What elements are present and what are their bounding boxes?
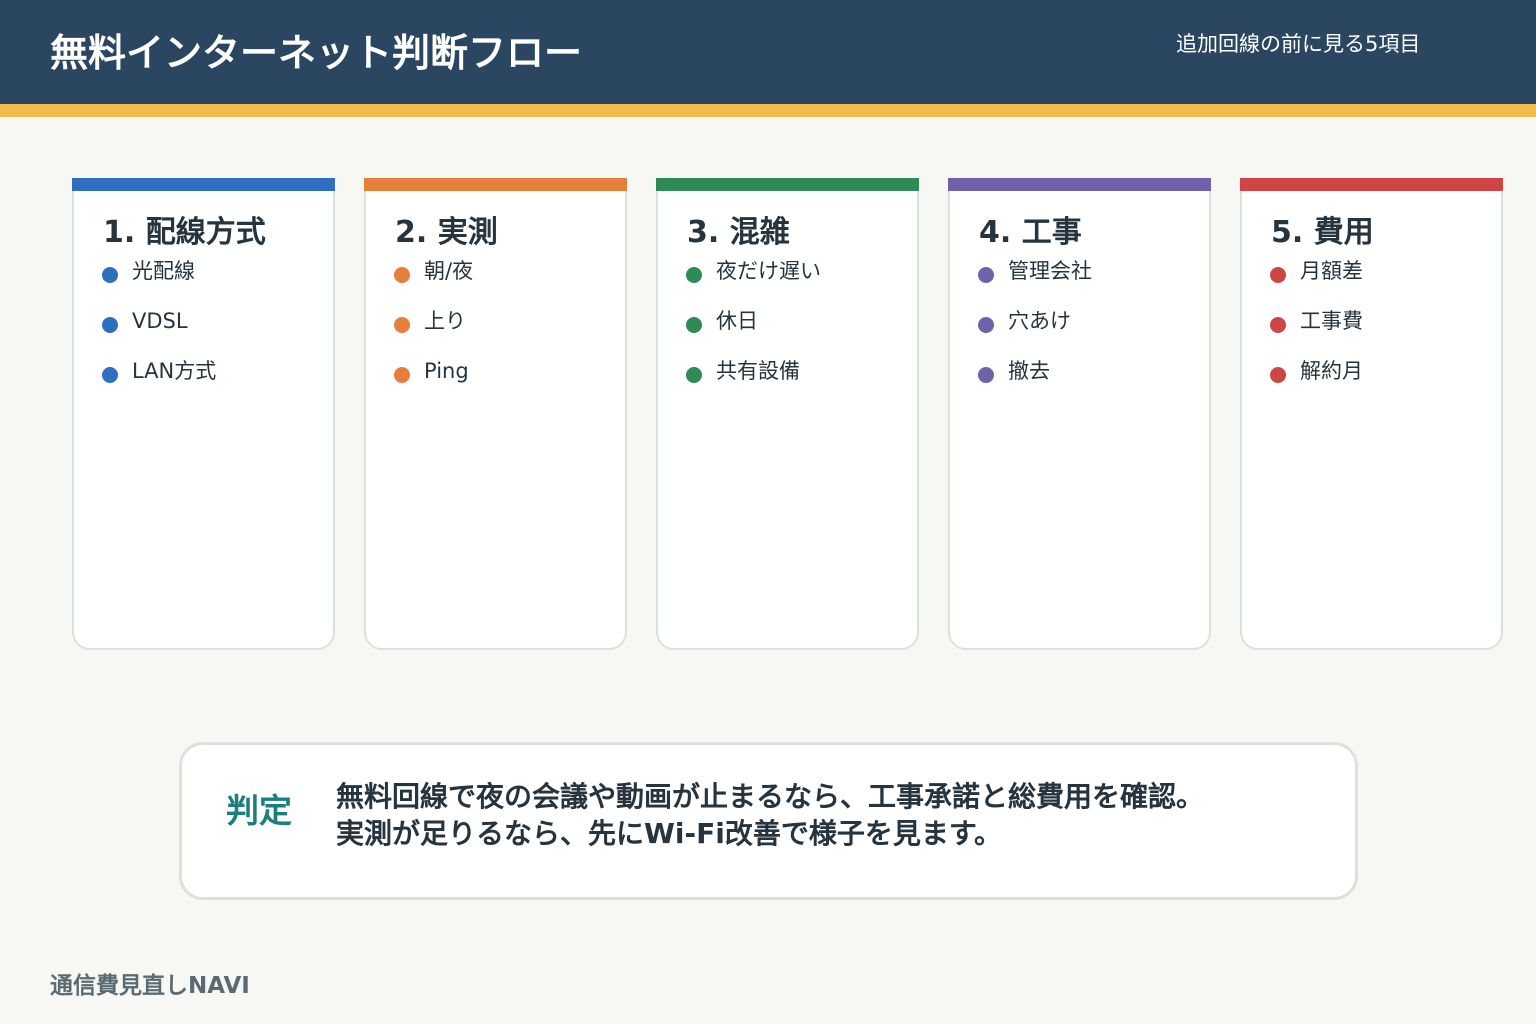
bullet-dot-icon <box>686 367 702 383</box>
page-title: 無料インターネット判断フロー <box>50 31 583 75</box>
card-item-label: LAN方式 <box>132 359 217 383</box>
verdict-line-1: 無料回線で夜の会議や動画が止まるなら、工事承諾と総費用を確認。 <box>336 780 1205 813</box>
card-color-bar <box>656 178 919 191</box>
card-item-label: 上り <box>424 309 466 333</box>
card-item-label: 撤去 <box>1008 359 1050 383</box>
verdict-box: 判定 無料回線で夜の会議や動画が止まるなら、工事承諾と総費用を確認。 実測が足り… <box>179 742 1358 900</box>
criteria-card: 1. 配線方式光配線 VDSL LAN方式 <box>72 178 335 650</box>
card-item-label: 光配線 <box>132 259 195 283</box>
verdict-label: 判定 <box>226 791 292 830</box>
bullet-dot-icon <box>978 267 994 283</box>
card-item-label: 解約月 <box>1300 359 1363 383</box>
criteria-card: 2. 実測朝/夜上り Ping <box>364 178 627 650</box>
card-item-label: 工事費 <box>1300 309 1363 333</box>
footer-brand: 通信費見直しNAVI <box>50 973 250 999</box>
bullet-dot-icon <box>1270 267 1286 283</box>
header-accent-stripe <box>0 104 1536 117</box>
card-title: 4. 工事 <box>979 215 1082 250</box>
bullet-dot-icon <box>686 317 702 333</box>
criteria-card: 5. 費用月額差工事費解約月 <box>1240 178 1503 650</box>
bullet-dot-icon <box>686 267 702 283</box>
card-title: 1. 配線方式 <box>103 215 266 250</box>
card-color-bar <box>1240 178 1503 191</box>
card-color-bar <box>948 178 1211 191</box>
bullet-dot-icon <box>394 367 410 383</box>
criteria-card: 4. 工事管理会社穴あけ撤去 <box>948 178 1211 650</box>
bullet-dot-icon <box>394 267 410 283</box>
criteria-card: 3. 混雑夜だけ遅い休日共有設備 <box>656 178 919 650</box>
page-subtitle: 追加回線の前に見る5項目 <box>1176 32 1421 56</box>
bullet-dot-icon <box>102 267 118 283</box>
bullet-dot-icon <box>1270 367 1286 383</box>
bullet-dot-icon <box>978 317 994 333</box>
card-item-label: 管理会社 <box>1008 259 1092 283</box>
card-item-label: 朝/夜 <box>424 259 474 283</box>
card-color-bar <box>72 178 335 191</box>
card-title: 2. 実測 <box>395 215 498 250</box>
card-item-label: VDSL <box>132 309 188 333</box>
card-item-label: Ping <box>424 359 469 383</box>
bullet-dot-icon <box>102 317 118 333</box>
card-color-bar <box>364 178 627 191</box>
card-title: 3. 混雑 <box>687 215 790 250</box>
card-item-label: 休日 <box>716 309 758 333</box>
bullet-dot-icon <box>1270 317 1286 333</box>
card-item-label: 共有設備 <box>716 359 800 383</box>
card-title: 5. 費用 <box>1271 215 1374 250</box>
bullet-dot-icon <box>394 317 410 333</box>
card-item-label: 夜だけ遅い <box>716 259 821 283</box>
card-item-label: 月額差 <box>1300 259 1363 283</box>
header-bar: 無料インターネット判断フロー 追加回線の前に見る5項目 <box>0 0 1536 104</box>
bullet-dot-icon <box>978 367 994 383</box>
bullet-dot-icon <box>102 367 118 383</box>
card-item-label: 穴あけ <box>1008 309 1071 333</box>
verdict-line-2: 実測が足りるなら、先にWi-Fi改善で様子を見ます。 <box>336 817 1003 850</box>
